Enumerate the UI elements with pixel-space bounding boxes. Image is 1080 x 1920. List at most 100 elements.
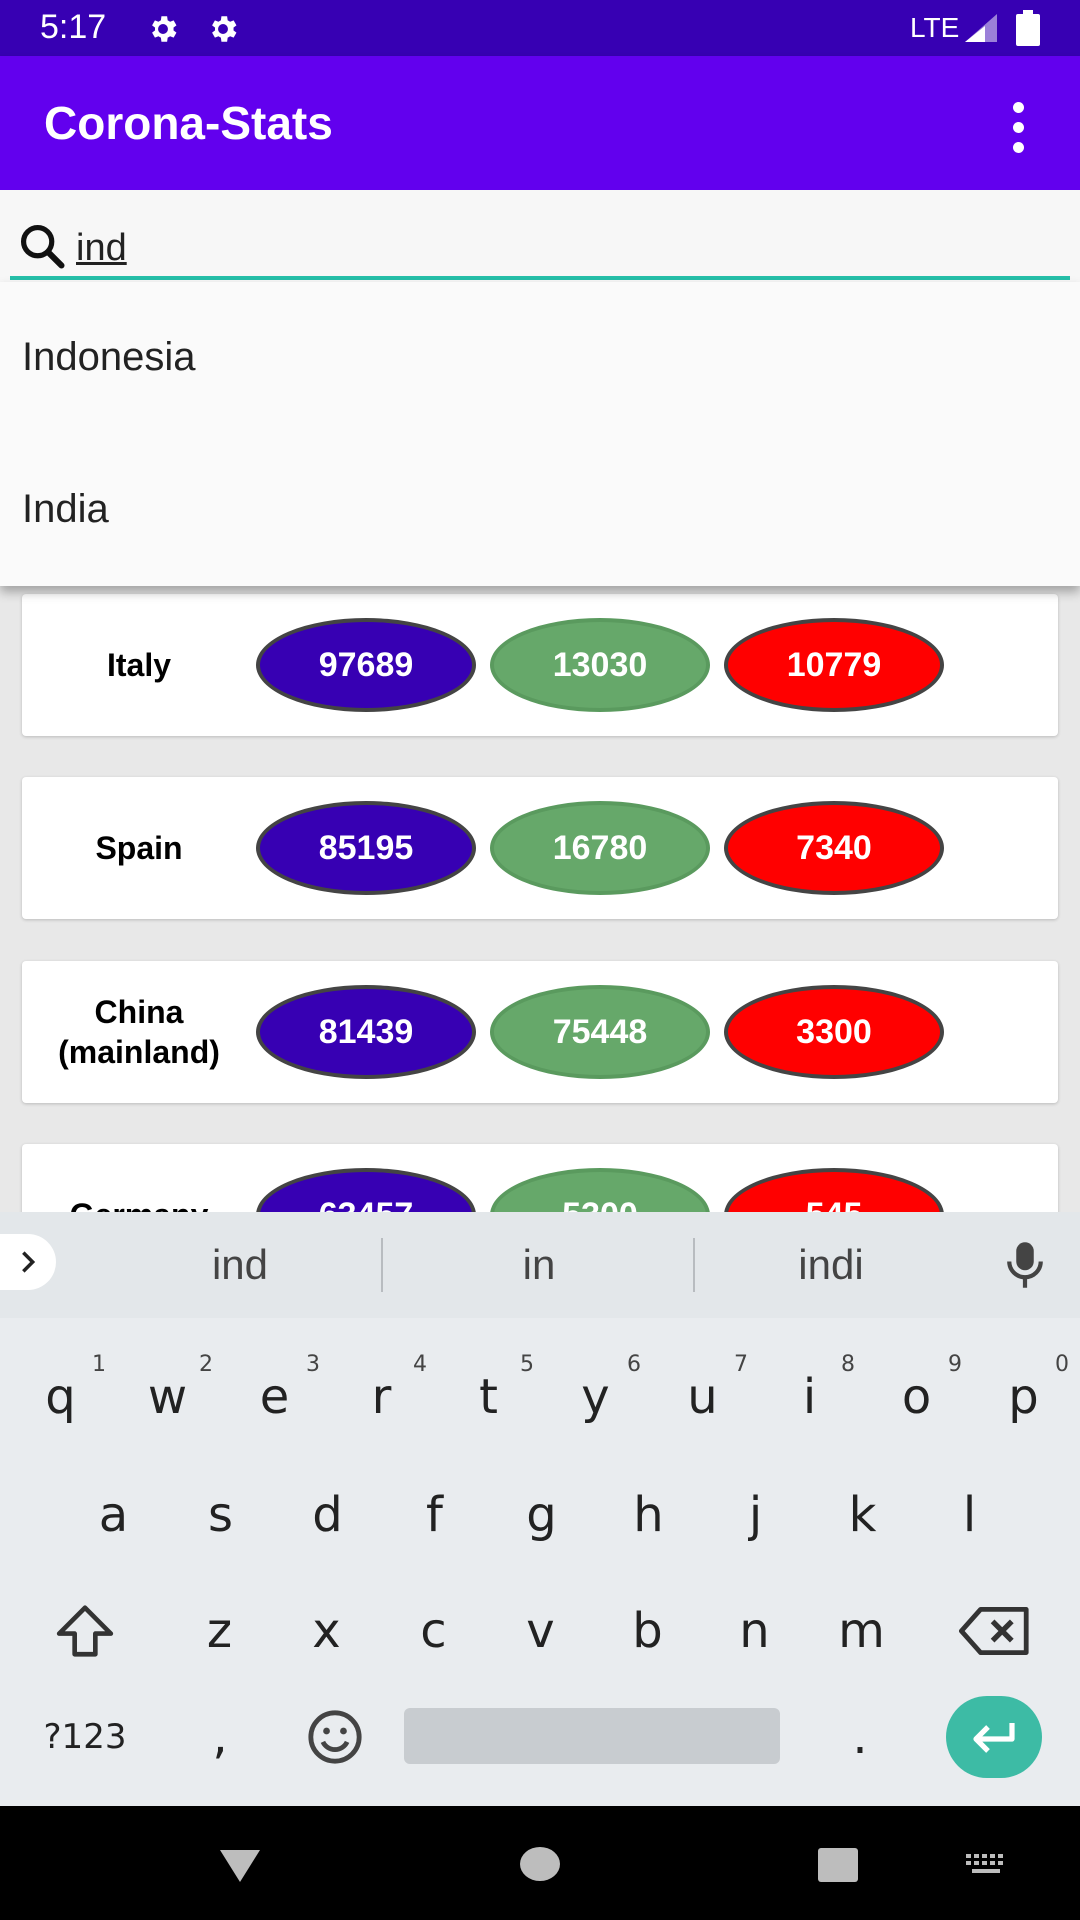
key-h[interactable]: h (595, 1460, 702, 1570)
key-label: z (206, 1603, 233, 1659)
space-key[interactable] (404, 1708, 780, 1764)
key-label: q (45, 1369, 76, 1425)
key-label: g (526, 1487, 557, 1543)
key-r[interactable]: r4 (328, 1342, 435, 1452)
word-suggestion[interactable]: ind (90, 1212, 390, 1318)
key-p[interactable]: p0 (970, 1342, 1077, 1452)
nav-recents-icon[interactable] (816, 1846, 860, 1884)
key-label: v (526, 1603, 555, 1659)
key-label: b (632, 1603, 663, 1659)
recovered-count: 16780 (490, 801, 710, 895)
key-label: t (479, 1369, 498, 1425)
key-i[interactable]: i8 (756, 1342, 863, 1452)
suggestion-item[interactable]: Indonesia (0, 282, 1080, 432)
key-c[interactable]: c (380, 1576, 487, 1686)
word-suggestion[interactable]: in (384, 1212, 694, 1318)
emoji-icon (308, 1710, 362, 1764)
keyboard-icon[interactable] (964, 1852, 1008, 1876)
search-underline (10, 276, 1070, 280)
comma-key[interactable]: , (170, 1682, 270, 1792)
enter-key[interactable] (946, 1696, 1042, 1778)
key-t[interactable]: t5 (435, 1342, 542, 1452)
key-label: e (259, 1369, 290, 1425)
backspace-key[interactable] (940, 1576, 1050, 1686)
key-z[interactable]: z (166, 1576, 273, 1686)
symbols-key[interactable]: ?123 (20, 1682, 150, 1792)
gear-icon (212, 16, 237, 42)
divider (381, 1238, 383, 1292)
country-card[interactable]: Germany 63457 5300 545 (22, 1144, 1058, 1212)
key-f[interactable]: f (381, 1460, 488, 1570)
key-k[interactable]: k (809, 1460, 916, 1570)
key-s[interactable]: s (167, 1460, 274, 1570)
country-card[interactable]: Spain 85195 16780 7340 (22, 777, 1058, 919)
key-number-hint: 0 (1055, 1352, 1069, 1377)
app-bar: Corona-Stats (0, 56, 1080, 190)
period-key[interactable]: . (810, 1682, 910, 1792)
key-label: p (1008, 1369, 1039, 1425)
deaths-count: 3300 (724, 985, 944, 1079)
key-e[interactable]: e3 (221, 1342, 328, 1452)
key-label: c (420, 1603, 447, 1659)
key-w[interactable]: w2 (114, 1342, 221, 1452)
mic-icon[interactable] (1004, 1240, 1046, 1290)
key-label: k (848, 1487, 877, 1543)
deaths-count: 545 (724, 1168, 944, 1212)
key-number-hint: 7 (734, 1352, 748, 1377)
key-q[interactable]: q1 (7, 1342, 114, 1452)
key-g[interactable]: g (488, 1460, 595, 1570)
key-a[interactable]: a (60, 1460, 167, 1570)
key-label: l (962, 1487, 977, 1543)
key-label: w (147, 1369, 188, 1425)
key-n[interactable]: n (701, 1576, 808, 1686)
key-j[interactable]: j (702, 1460, 809, 1570)
suggestion-item[interactable]: India (0, 434, 1080, 584)
deaths-count: 7340 (724, 801, 944, 895)
key-label: u (687, 1369, 718, 1425)
chevron-right-icon[interactable] (0, 1234, 56, 1290)
key-label: m (838, 1603, 885, 1659)
key-label: a (98, 1487, 129, 1543)
divider (693, 1238, 695, 1292)
status-time: 5:17 (40, 8, 107, 46)
country-name: Germany (22, 1144, 256, 1212)
app-title: Corona-Stats (44, 97, 333, 149)
key-b[interactable]: b (594, 1576, 701, 1686)
country-list[interactable]: Italy 97689 13030 10779 Spain 85195 1678… (0, 586, 1080, 1212)
key-number-hint: 9 (948, 1352, 962, 1377)
network-type: LTE (910, 12, 960, 43)
key-label: y (581, 1369, 610, 1425)
key-v[interactable]: v (487, 1576, 594, 1686)
key-label: d (312, 1487, 343, 1543)
key-y[interactable]: y6 (542, 1342, 649, 1452)
key-label: s (207, 1487, 233, 1543)
deaths-count: 10779 (724, 618, 944, 712)
shift-key[interactable] (30, 1576, 140, 1686)
search-bar (0, 190, 1080, 284)
country-card[interactable]: China (mainland) 81439 75448 3300 (22, 961, 1058, 1103)
key-l[interactable]: l (916, 1460, 1023, 1570)
suggestions-dropdown: Indonesia India (0, 282, 1080, 586)
confirmed-count: 63457 (256, 1168, 476, 1212)
country-name: Spain (95, 830, 183, 866)
battery-icon (1016, 10, 1040, 46)
word-suggestion[interactable]: indi (696, 1212, 966, 1318)
key-x[interactable]: x (273, 1576, 380, 1686)
country-card[interactable]: Italy 97689 13030 10779 (22, 594, 1058, 736)
key-number-hint: 3 (306, 1352, 320, 1377)
backspace-icon (959, 1607, 1029, 1655)
key-d[interactable]: d (274, 1460, 381, 1570)
emoji-key[interactable] (280, 1682, 390, 1792)
search-icon (20, 224, 65, 269)
nav-back-icon[interactable] (216, 1846, 264, 1886)
search-input[interactable] (76, 220, 1066, 276)
key-m[interactable]: m (808, 1576, 915, 1686)
key-number-hint: 8 (841, 1352, 855, 1377)
more-vert-icon[interactable] (998, 98, 1042, 158)
key-number-hint: 4 (413, 1352, 427, 1377)
key-u[interactable]: u7 (649, 1342, 756, 1452)
key-o[interactable]: o9 (863, 1342, 970, 1452)
nav-home-icon[interactable] (518, 1844, 562, 1884)
key-number-hint: 5 (520, 1352, 534, 1377)
confirmed-count: 97689 (256, 618, 476, 712)
